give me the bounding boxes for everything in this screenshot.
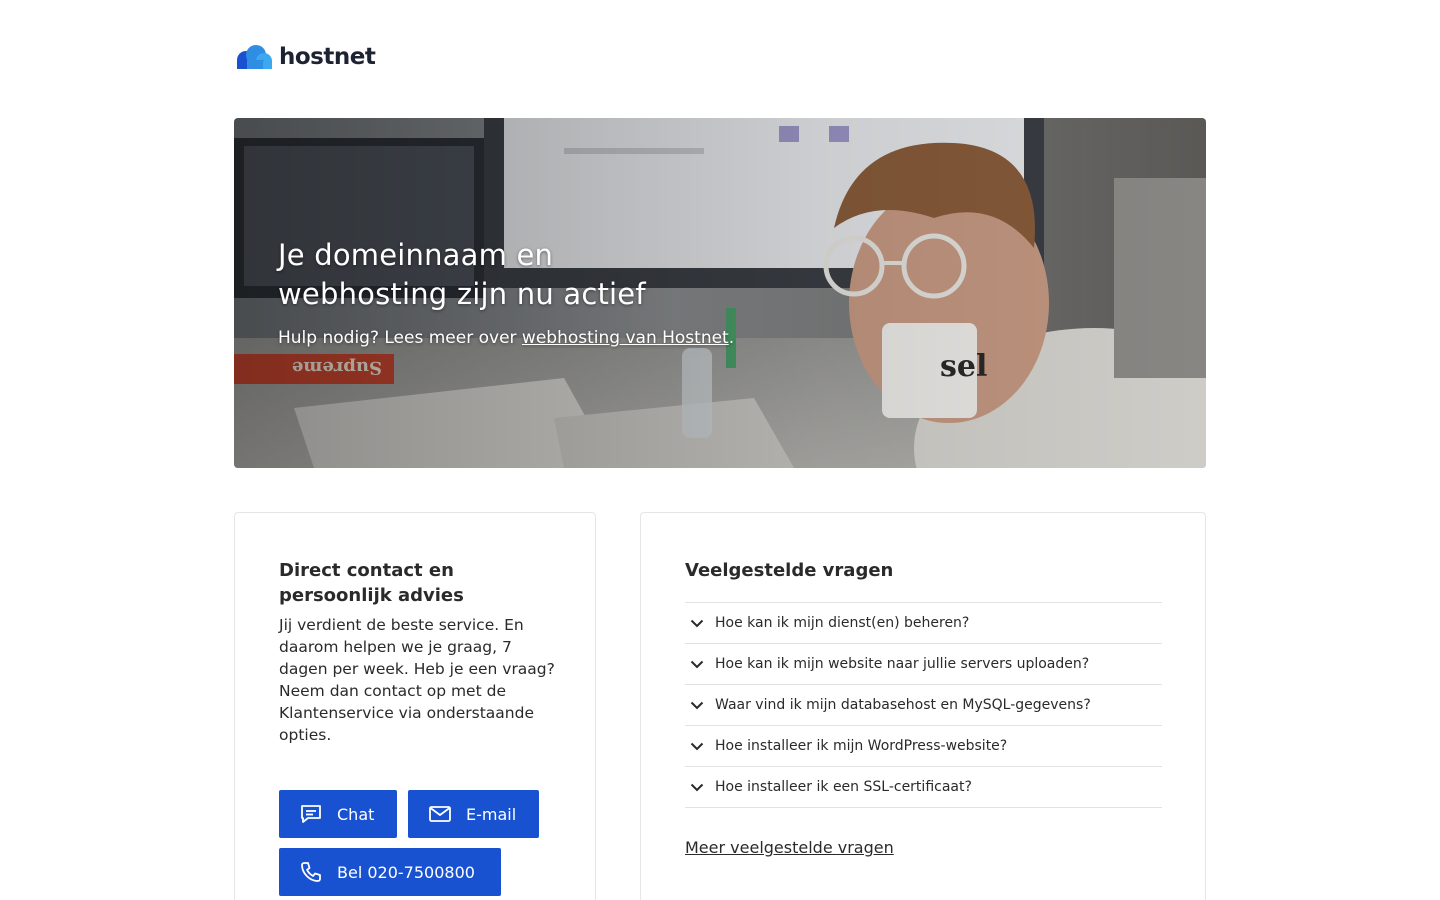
- faq-item[interactable]: Waar vind ik mijn databasehost en MySQL-…: [685, 685, 1162, 726]
- chevron-down-icon: [690, 619, 704, 628]
- email-button[interactable]: E-mail: [408, 790, 539, 838]
- more-faq-link[interactable]: Meer veelgestelde vragen: [685, 838, 894, 857]
- contact-description: Jij verdient de beste service. En daarom…: [279, 616, 555, 744]
- faq-question: Hoe installeer ik mijn WordPress-website…: [715, 738, 1008, 754]
- mail-icon: [429, 806, 451, 822]
- hero-title: Je domeinnaam en webhosting zijn nu acti…: [278, 236, 798, 314]
- hero-subtitle-prefix: Hulp nodig? Lees meer over: [278, 328, 522, 348]
- faq-question: Hoe installeer ik een SSL-certificaat?: [715, 779, 972, 795]
- hero-banner: Supreme sel Je domeinnaam en webhosting …: [234, 118, 1206, 468]
- call-button-label: Bel 020-7500800: [337, 862, 475, 882]
- contact-card: Direct contact en persoonlijk advies Jij…: [234, 512, 596, 900]
- faq-title: Veelgestelde vragen: [685, 560, 894, 581]
- phone-icon: [301, 862, 321, 882]
- hostnet-logo[interactable]: hostnet: [235, 42, 376, 72]
- chevron-down-icon: [690, 701, 704, 710]
- faq-question: Hoe kan ik mijn website naar jullie serv…: [715, 656, 1090, 672]
- faq-item[interactable]: Hoe kan ik mijn dienst(en) beheren?: [685, 603, 1162, 644]
- hero-subtitle-suffix: .: [728, 328, 735, 348]
- faq-item[interactable]: Hoe kan ik mijn website naar jullie serv…: [685, 644, 1162, 685]
- chevron-down-icon: [690, 783, 704, 792]
- faq-item[interactable]: Hoe installeer ik mijn WordPress-website…: [685, 726, 1162, 767]
- faq-question: Hoe kan ik mijn dienst(en) beheren?: [715, 615, 970, 631]
- contact-title: Direct contact en persoonlijk advies: [279, 560, 464, 606]
- logo-wordmark: hostnet: [279, 44, 376, 70]
- faq-card: Veelgestelde vragen Hoe kan ik mijn dien…: [640, 512, 1206, 900]
- chat-button[interactable]: Chat: [279, 790, 397, 838]
- hero-subtitle: Hulp nodig? Lees meer over webhosting va…: [278, 326, 798, 350]
- chat-bubble-icon: [301, 805, 321, 823]
- chevron-down-icon: [690, 660, 704, 669]
- cloud-logo-icon: [237, 45, 272, 69]
- faq-item[interactable]: Hoe installeer ik een SSL-certificaat?: [685, 767, 1162, 808]
- chevron-down-icon: [690, 742, 704, 751]
- faq-list: Hoe kan ik mijn dienst(en) beheren? Hoe …: [685, 602, 1162, 808]
- hero-title-line-1: Je domeinnaam en: [278, 238, 554, 272]
- hero-text-block: Je domeinnaam en webhosting zijn nu acti…: [278, 236, 798, 350]
- webhosting-link[interactable]: webhosting van Hostnet: [522, 328, 729, 348]
- email-button-label: E-mail: [466, 804, 517, 824]
- hero-title-line-2: webhosting zijn nu actief: [278, 277, 646, 311]
- call-button[interactable]: Bel 020-7500800: [279, 848, 501, 896]
- chat-button-label: Chat: [337, 804, 375, 824]
- faq-question: Waar vind ik mijn databasehost en MySQL-…: [715, 697, 1091, 713]
